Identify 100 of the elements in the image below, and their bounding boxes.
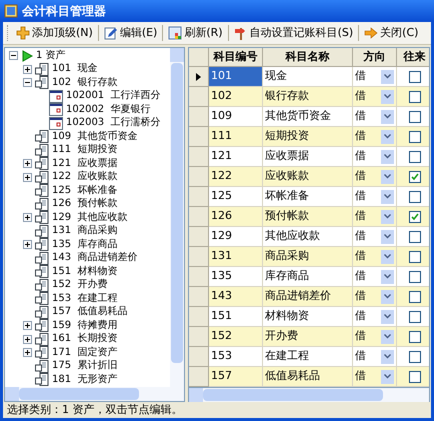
collapse-icon[interactable] <box>9 51 18 60</box>
tree-item[interactable]: 153 在建工程 <box>52 294 118 304</box>
scrollbar[interactable] <box>170 48 184 387</box>
expand-icon[interactable] <box>23 159 32 168</box>
dropdown-icon[interactable] <box>381 370 394 384</box>
expand-icon[interactable] <box>23 213 32 222</box>
tree-item[interactable]: 171 固定资产 <box>52 348 118 358</box>
dropdown-icon[interactable] <box>381 170 394 184</box>
document-icon <box>35 332 49 346</box>
row-pointer-icon <box>196 72 201 80</box>
table-cell: 低值易耗品 <box>263 367 353 387</box>
dropdown-icon[interactable] <box>381 90 394 104</box>
document-icon <box>35 144 49 157</box>
toolbar-button[interactable]: 自动设置记账科目(S) <box>230 23 356 43</box>
tree-item[interactable]: 126 预付帐款 <box>52 199 118 210</box>
dropdown-icon[interactable] <box>381 350 394 364</box>
tree-item[interactable]: 159 待摊费用 <box>52 320 118 331</box>
tree-item[interactable]: 175 累计折旧 <box>52 361 118 372</box>
table-cell-text: 借 <box>355 248 366 264</box>
dropdown-icon[interactable] <box>381 190 394 204</box>
table-cell-text: 借 <box>355 368 366 384</box>
dropdown-icon[interactable] <box>381 230 394 244</box>
checkbox[interactable] <box>408 350 420 362</box>
form-icon <box>49 90 63 103</box>
table-cell-text: 借 <box>355 308 366 324</box>
dropdown-icon[interactable] <box>381 310 394 324</box>
checkbox[interactable] <box>408 150 420 162</box>
dropdown-icon[interactable] <box>381 210 394 224</box>
tree-item[interactable]: 161 长期投资 <box>52 334 118 344</box>
checkbox[interactable] <box>408 210 420 222</box>
tree-item[interactable]: 151 材料物资 <box>52 266 118 277</box>
tree-item[interactable]: 143 商品进销差价 <box>52 253 138 264</box>
checkbox[interactable] <box>408 70 420 82</box>
checkbox[interactable] <box>408 270 420 282</box>
table-cell-text: 借 <box>355 188 366 204</box>
signpost-icon <box>234 26 248 40</box>
table-cell-text: 借 <box>355 288 366 304</box>
expand-icon[interactable] <box>23 240 32 250</box>
checkbox[interactable] <box>408 230 420 242</box>
play-icon <box>21 50 33 62</box>
expand-icon[interactable] <box>23 348 32 358</box>
checkbox[interactable] <box>408 250 420 262</box>
tree-item[interactable]: 1 资产 <box>36 50 66 61</box>
tree-item[interactable]: 181 无形资产 <box>52 374 118 385</box>
dropdown-icon[interactable] <box>381 330 394 344</box>
expand-icon[interactable] <box>23 172 32 182</box>
checkbox[interactable] <box>408 170 420 182</box>
scrollbar[interactable] <box>5 387 184 401</box>
document-icon <box>35 76 49 90</box>
dropdown-icon[interactable] <box>381 250 394 264</box>
checkbox[interactable] <box>408 110 420 122</box>
document-icon <box>35 130 49 144</box>
tree-item[interactable]: 125 坏帐准备 <box>52 186 118 196</box>
checkbox[interactable] <box>408 190 420 202</box>
tree-item[interactable]: 157 低值易耗品 <box>52 307 128 318</box>
tree-item[interactable]: 135 库存商品 <box>52 240 118 250</box>
dropdown-icon[interactable] <box>381 70 394 84</box>
row-header[interactable] <box>189 67 209 87</box>
checkbox[interactable] <box>408 90 420 102</box>
dropdown-icon[interactable] <box>381 110 394 124</box>
dropdown-icon[interactable] <box>381 150 394 164</box>
checkbox[interactable] <box>408 370 420 382</box>
toolbar-button[interactable]: 刷新(R) <box>165 23 226 43</box>
tree-item[interactable]: 102001 工行洋西分 <box>66 91 161 102</box>
dropdown-icon[interactable] <box>381 130 394 144</box>
tree-item[interactable]: 152 开办费 <box>52 280 108 290</box>
app-icon <box>4 4 18 18</box>
table-cell: 101 <box>209 67 263 87</box>
tree-item[interactable]: 121 应收票据 <box>52 158 118 169</box>
tree-item[interactable]: 109 其他货币资金 <box>52 132 138 142</box>
tree-item[interactable]: 131 商品采购 <box>52 226 118 236</box>
document-icon <box>35 306 49 319</box>
scrollbar[interactable] <box>188 388 430 402</box>
document-icon <box>35 211 49 224</box>
dropdown-icon[interactable] <box>381 290 394 304</box>
dropdown-icon[interactable] <box>381 270 394 284</box>
checkbox[interactable] <box>408 330 420 342</box>
expand-icon[interactable] <box>23 334 32 344</box>
checkbox[interactable] <box>408 130 420 142</box>
document-icon <box>35 319 49 332</box>
expand-icon[interactable] <box>23 321 32 330</box>
tree-item[interactable]: 122 应收账款 <box>52 172 118 182</box>
tree-item[interactable]: 111 短期投资 <box>52 145 118 156</box>
form-icon <box>49 116 63 130</box>
tree-item[interactable]: 129 其他应收款 <box>52 212 128 223</box>
table-cell: 157 <box>209 367 263 387</box>
toolbar-button[interactable]: 添加顶级(N) <box>13 23 96 43</box>
table-cell-text: 借 <box>355 208 366 224</box>
collapse-icon[interactable] <box>23 78 32 88</box>
toolbar-button[interactable]: 编辑(E) <box>100 23 160 43</box>
expand-icon[interactable] <box>23 64 32 74</box>
grid-icon <box>168 26 182 40</box>
tree-item[interactable]: 102003 工行濡桥分 <box>66 118 161 128</box>
pencil-icon <box>104 26 118 40</box>
tree-item[interactable]: 102 银行存款 <box>52 78 118 88</box>
toolbar-button[interactable]: 关闭(C) <box>361 23 422 43</box>
checkbox[interactable] <box>408 310 420 322</box>
checkbox[interactable] <box>408 290 420 302</box>
tree-item[interactable]: 101 现金 <box>52 64 98 74</box>
tree-item[interactable]: 102002 华夏银行 <box>66 104 151 115</box>
